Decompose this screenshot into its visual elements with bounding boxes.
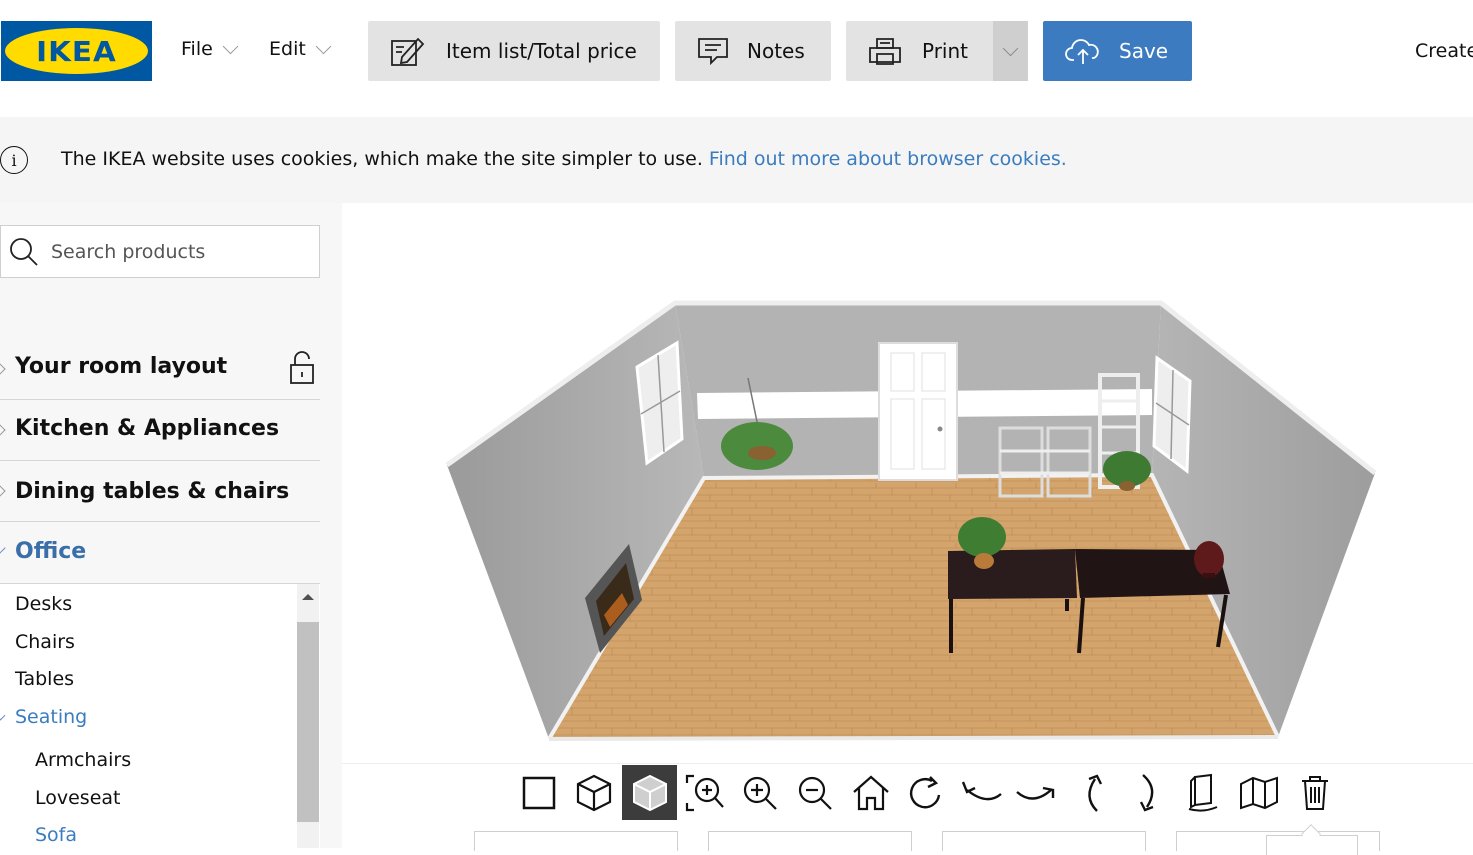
view-toolbar xyxy=(342,763,1473,855)
zoom-fit-icon[interactable] xyxy=(679,767,731,819)
file-menu-label: File xyxy=(181,38,213,60)
category-office[interactable]: Office xyxy=(0,522,320,584)
edit-menu[interactable]: Edit xyxy=(269,38,332,60)
tilt-down-icon[interactable] xyxy=(1122,767,1174,819)
item-list-button[interactable]: Item list/Total price xyxy=(368,21,660,81)
subitem-seating[interactable]: Seating xyxy=(15,706,87,728)
category-kitchen-appliances[interactable]: Kitchen & Appliances xyxy=(0,400,320,461)
category-your-room-layout[interactable]: Your room layout xyxy=(0,339,320,400)
search-input[interactable] xyxy=(51,240,301,263)
hanging-plant xyxy=(721,422,793,470)
desk-lamp xyxy=(1194,541,1224,577)
ikea-logo[interactable]: IKEA xyxy=(1,21,152,81)
bottom-tab-3[interactable] xyxy=(942,831,1146,851)
bottom-tab-1[interactable] xyxy=(474,831,678,851)
walls-view-icon[interactable] xyxy=(1233,767,1285,819)
logo-oval: IKEA xyxy=(5,28,148,74)
print-button[interactable]: Print xyxy=(846,21,1028,81)
tilt-up-icon[interactable] xyxy=(1068,767,1120,819)
notes-button[interactable]: Notes xyxy=(675,21,831,81)
edit-menu-label: Edit xyxy=(269,38,306,60)
2d-view-icon[interactable] xyxy=(513,767,565,819)
chevron-down-icon xyxy=(1002,40,1019,56)
3d-solid-view-icon[interactable] xyxy=(622,765,677,820)
cookie-text: The IKEA website uses cookies, which mak… xyxy=(61,148,703,170)
logo-text: IKEA xyxy=(36,34,117,68)
item-list-label: Item list/Total price xyxy=(446,39,637,63)
product-sidebar: Your room layout Kitchen & Appliances Di… xyxy=(0,203,342,848)
rotate-right-icon[interactable] xyxy=(900,767,952,819)
chevron-right-icon xyxy=(0,424,6,436)
room-3d-view[interactable] xyxy=(342,203,1473,763)
cloud-upload-icon xyxy=(1065,39,1099,64)
notes-label: Notes xyxy=(747,39,805,63)
save-label: Save xyxy=(1119,39,1169,63)
create-link[interactable]: Create xyxy=(1415,40,1473,62)
3d-view-icon[interactable] xyxy=(568,767,620,819)
print-label: Print xyxy=(922,39,969,63)
rotate-right-alt-icon[interactable] xyxy=(1011,767,1063,819)
unlock-icon[interactable] xyxy=(289,351,315,385)
search-icon xyxy=(10,237,38,266)
search-box xyxy=(0,225,320,278)
zoom-out-icon[interactable] xyxy=(789,767,841,819)
category-label: Your room layout xyxy=(15,354,228,379)
category-label: Kitchen & Appliances xyxy=(15,416,280,441)
printer-icon xyxy=(869,38,901,65)
zoom-in-icon[interactable] xyxy=(734,767,786,819)
print-options-toggle[interactable] xyxy=(993,21,1028,81)
office-subcategory-list: Desks Chairs Tables Seating Armchairs Lo… xyxy=(0,584,320,848)
wall-view-icon[interactable] xyxy=(1177,767,1229,819)
trash-icon[interactable] xyxy=(1289,767,1341,819)
scrollbar-thumb[interactable] xyxy=(297,622,319,822)
chevron-right-icon xyxy=(0,363,6,375)
subitem-sofa[interactable]: Sofa xyxy=(35,824,77,846)
cookie-banner: i The IKEA website uses cookies, which m… xyxy=(0,117,1473,203)
chevron-down-icon xyxy=(315,38,332,54)
chevron-right-icon xyxy=(0,485,6,497)
subitem-tables[interactable]: Tables xyxy=(15,668,74,690)
cookie-link[interactable]: Find out more about browser cookies. xyxy=(709,148,1067,170)
chevron-down-icon xyxy=(0,542,6,554)
cookie-message: The IKEA website uses cookies, which mak… xyxy=(61,148,1067,170)
notes-icon xyxy=(698,38,728,66)
category-label: Dining tables & chairs xyxy=(15,479,290,504)
pencil-list-icon xyxy=(391,37,425,66)
save-button[interactable]: Save xyxy=(1043,21,1192,81)
category-label: Office xyxy=(15,539,87,564)
scroll-up-arrow[interactable] xyxy=(302,594,314,600)
category-dining-tables-chairs[interactable]: Dining tables & chairs xyxy=(0,461,320,522)
file-menu[interactable]: File xyxy=(181,38,239,60)
chevron-down-icon xyxy=(0,710,6,721)
subitem-chairs[interactable]: Chairs xyxy=(15,631,75,653)
subitem-loveseat[interactable]: Loveseat xyxy=(35,787,121,809)
subitem-armchairs[interactable]: Armchairs xyxy=(35,749,131,771)
home-view-icon[interactable] xyxy=(845,767,897,819)
desk-left xyxy=(948,549,1077,599)
chevron-down-icon xyxy=(222,38,239,54)
subitem-desks[interactable]: Desks xyxy=(15,593,72,615)
info-icon: i xyxy=(0,146,28,174)
rotate-left-icon[interactable] xyxy=(955,767,1007,819)
top-bar: IKEA File Edit Item list/Total price Not… xyxy=(0,0,1473,110)
bottom-tab-2[interactable] xyxy=(708,831,912,851)
room-3d-canvas[interactable] xyxy=(342,203,1473,763)
desk-plant xyxy=(958,517,1006,557)
